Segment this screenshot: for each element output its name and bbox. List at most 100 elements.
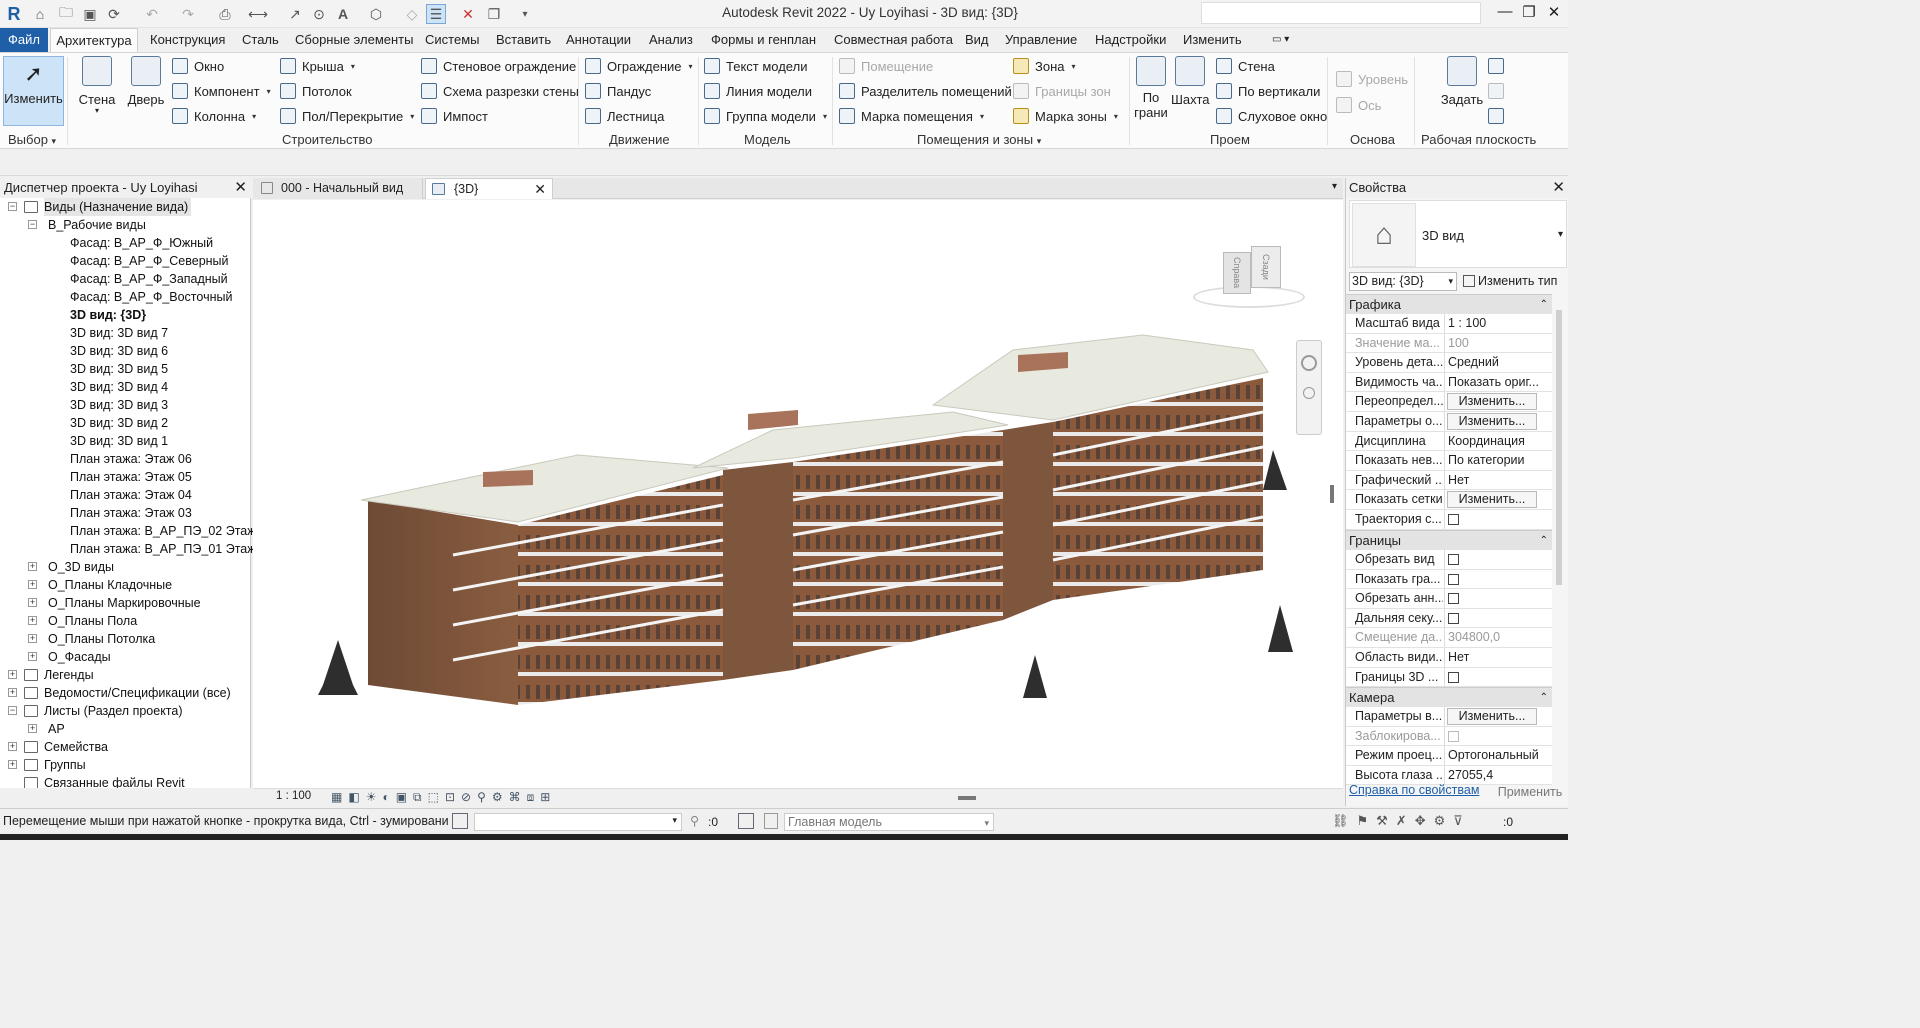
browser-tree-item[interactable]: АР	[48, 720, 65, 738]
model-text-button[interactable]: Текст модели	[704, 58, 807, 74]
property-edit-button[interactable]: Изменить...	[1447, 413, 1537, 430]
browser-tree-item[interactable]: 3D вид: 3D вид 3	[70, 396, 168, 414]
group-label-rooms[interactable]: Помещения и зоны ▾	[917, 132, 1041, 147]
crop-view-icon[interactable]: ⧉	[413, 790, 422, 805]
railing-button[interactable]: Ограждение ▾	[585, 58, 693, 74]
area-boundary-button[interactable]: Границы зон	[1013, 83, 1111, 99]
tree-toggle[interactable]: +	[8, 688, 17, 697]
tab-systems[interactable]: Системы	[425, 32, 479, 47]
property-edit-button[interactable]: Изменить...	[1447, 393, 1537, 411]
section-icon[interactable]: ◇	[402, 4, 422, 24]
undo-icon[interactable]: ↶	[142, 4, 162, 24]
active-workset-dropdown[interactable]: ▾	[474, 813, 682, 831]
tree-toggle[interactable]: +	[28, 616, 37, 625]
design-options-icon-2[interactable]	[764, 813, 778, 829]
reveal-constraints-icon[interactable]: ⊞	[540, 790, 550, 805]
close-properties-icon[interactable]: ✕	[1552, 178, 1565, 198]
property-group-graphics[interactable]: Графика ⌃	[1346, 294, 1552, 314]
tree-toggle[interactable]: +	[28, 580, 37, 589]
tab-addins[interactable]: Надстройки	[1095, 32, 1166, 47]
tab-precast[interactable]: Сборные элементы	[295, 32, 413, 47]
opening-by-face-button[interactable]: По грани	[1132, 56, 1170, 120]
property-checkbox[interactable]	[1448, 612, 1459, 624]
browser-tree-item[interactable]: Фасад: В_АР_Ф_Южный	[70, 234, 213, 252]
browser-tree-item[interactable]: О_3D виды	[48, 558, 114, 576]
tree-toggle[interactable]: +	[28, 598, 37, 607]
browser-tree-item[interactable]: 3D вид: {3D}	[70, 306, 146, 324]
model-line-button[interactable]: Линия модели	[704, 83, 812, 99]
property-value[interactable]: Ортогональный	[1444, 746, 1552, 766]
tab-start-view[interactable]: 000 - Начальный вид	[253, 178, 423, 199]
tab-architecture[interactable]: Архитектура	[50, 28, 138, 52]
type-dropdown-icon[interactable]: ▾	[1558, 229, 1563, 240]
instance-selector[interactable]: 3D вид: {3D} ▾	[1349, 272, 1457, 291]
show-crop-icon[interactable]: ⬚	[428, 790, 439, 805]
select-pinned-icon[interactable]: ⚒	[1376, 813, 1388, 829]
tag-icon[interactable]: ⊙	[309, 4, 329, 24]
vertical-scroll-handle[interactable]	[1330, 485, 1334, 503]
property-value[interactable]: 1 : 100	[1444, 314, 1552, 333]
properties-scrollbar[interactable]	[1556, 310, 1562, 585]
analytical-model-icon[interactable]: ⌘	[509, 790, 521, 805]
browser-tree-item[interactable]: Виды (Назначение вида)	[44, 198, 192, 216]
viewer-button[interactable]	[1488, 108, 1510, 124]
column-button[interactable]: Колонна ▾	[172, 108, 256, 124]
close-window-icon[interactable]: ✕	[1543, 3, 1565, 23]
property-value[interactable]: Средний	[1444, 353, 1552, 373]
browser-tree-item[interactable]: В_Рабочие виды	[48, 216, 146, 234]
reveal-hidden-icon[interactable]: ⚲	[477, 790, 486, 805]
zoom-icon[interactable]	[1303, 387, 1315, 399]
properties-help-link[interactable]: Справка по свойствам	[1349, 783, 1479, 797]
navigation-bar[interactable]	[1296, 340, 1322, 435]
browser-tree-item[interactable]: План этажа: В_АР_ПЭ_02 Этаж	[70, 522, 256, 540]
3d-viewport[interactable]: Справа Сзади	[253, 200, 1343, 788]
model-group-button[interactable]: Группа модели ▾	[704, 108, 827, 124]
save-icon[interactable]: ▣	[80, 4, 100, 24]
browser-tree-item[interactable]: Листы (Раздел проекта)	[44, 702, 183, 720]
title-search-input[interactable]	[1201, 2, 1481, 24]
background-process-icon[interactable]: ⚙	[1434, 813, 1446, 829]
print-icon[interactable]: ⎙	[215, 4, 235, 24]
property-checkbox[interactable]	[1448, 671, 1459, 683]
tree-toggle[interactable]: +	[8, 670, 17, 679]
browser-tree-item[interactable]: План этажа: В_АР_ПЭ_01 Этаж	[70, 540, 256, 558]
property-value[interactable]: По категории	[1444, 451, 1552, 471]
room-separator-button[interactable]: Разделитель помещений	[839, 83, 1012, 99]
property-value[interactable]: Показать ориг...	[1444, 372, 1552, 392]
property-value[interactable]: Нет	[1444, 648, 1552, 667]
modify-button[interactable]: ➚ Изменить	[3, 56, 64, 126]
floor-button[interactable]: Пол/Перекрытие ▾	[280, 108, 414, 124]
browser-tree-item[interactable]: Фасад: В_АР_Ф_Северный	[70, 252, 229, 270]
tree-toggle[interactable]: −	[8, 706, 17, 715]
tree-toggle[interactable]: +	[8, 742, 17, 751]
temp-view-props-icon[interactable]: ⚙	[492, 790, 503, 805]
temp-hide-icon[interactable]: ⊘	[461, 790, 471, 805]
property-value[interactable]: Нет	[1444, 470, 1552, 490]
roof-button[interactable]: Крыша ▾	[280, 58, 355, 74]
property-checkbox[interactable]	[1448, 593, 1459, 605]
browser-tree-item[interactable]: Семейства	[44, 738, 108, 756]
wall-button[interactable]: Стена ▾	[75, 56, 119, 115]
room-tag-button[interactable]: Марка помещения ▾	[839, 108, 984, 124]
tab-annotate[interactable]: Аннотации	[566, 32, 631, 47]
close-panel-icon[interactable]: ✕	[234, 178, 247, 198]
minimize-icon[interactable]: —	[1494, 3, 1516, 23]
area-tag-button[interactable]: Марка зоны ▾	[1013, 108, 1118, 124]
qat-customize-icon[interactable]: ▾	[515, 4, 535, 24]
browser-tree-item[interactable]: 3D вид: 3D вид 2	[70, 414, 168, 432]
close-hidden-icon[interactable]: ✕	[458, 4, 478, 24]
revit-logo-icon[interactable]: R	[4, 4, 24, 24]
ceiling-button[interactable]: Потолок	[280, 83, 352, 99]
property-checkbox[interactable]	[1448, 514, 1459, 525]
group-label-select[interactable]: Выбор ▾	[8, 132, 56, 147]
open-icon[interactable]: 🗀	[56, 4, 76, 24]
shadows-icon[interactable]: ◐	[382, 790, 389, 805]
ribbon-minimize-icon[interactable]: ▭ ▾	[1272, 34, 1289, 45]
window-button[interactable]: Окно	[172, 58, 224, 74]
browser-tree-item[interactable]: План этажа: Этаж 04	[70, 486, 192, 504]
curtain-grid-button[interactable]: Схема разрезки стены	[421, 83, 579, 99]
aligned-dimension-icon[interactable]: ↗	[285, 4, 305, 24]
horizontal-scroll-handle[interactable]	[958, 796, 976, 800]
steering-wheel-icon[interactable]	[1301, 355, 1317, 371]
editing-requests-icon[interactable]: ⚲	[690, 813, 704, 829]
